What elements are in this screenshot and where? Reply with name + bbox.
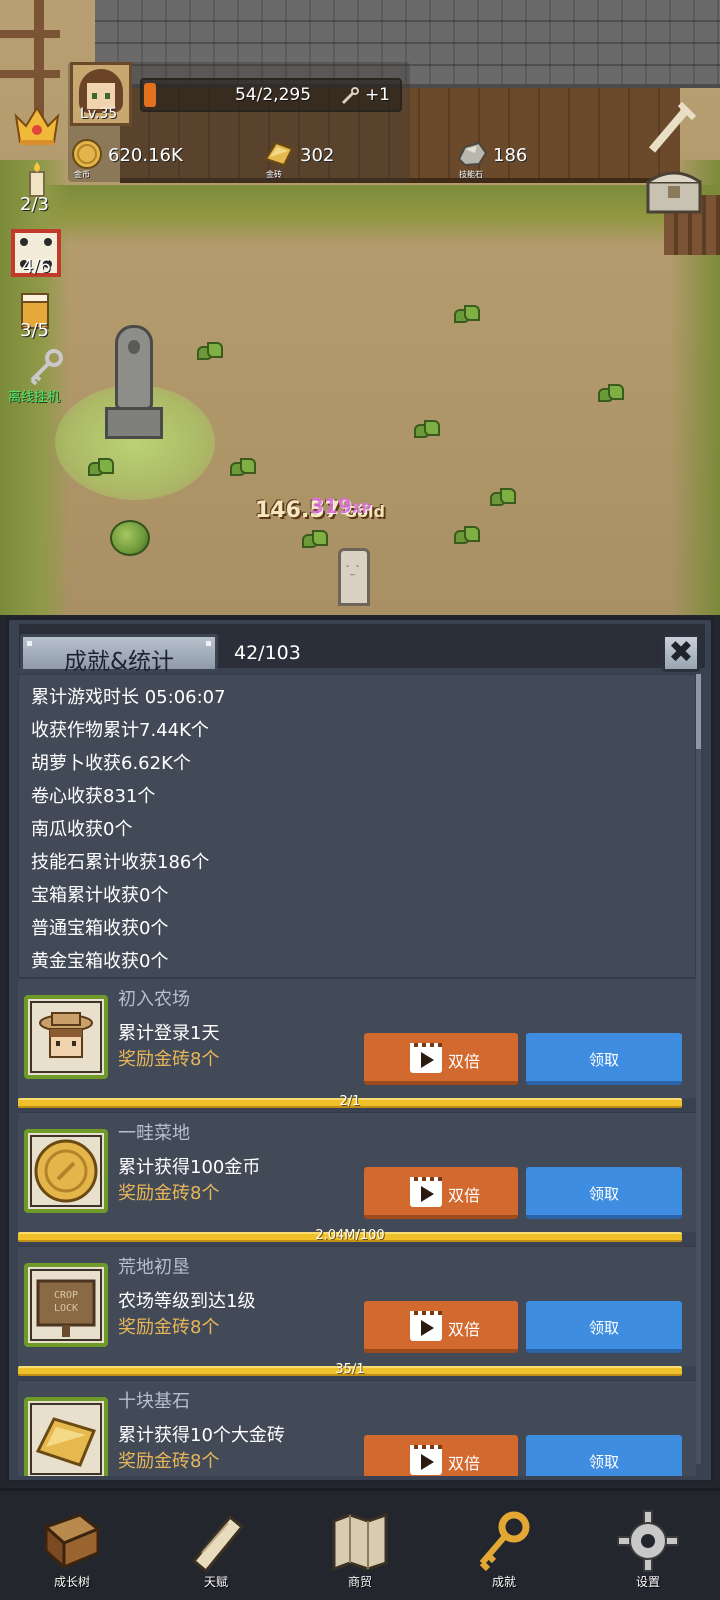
achievement-reward: 奖励金砖8个 — [118, 1451, 220, 1472]
double-reward-button[interactable]: 双倍 — [364, 1435, 518, 1476]
key-icon — [30, 349, 63, 386]
achievement-progress-count: 42/103 — [234, 642, 301, 664]
panel-title: 成就&统计 — [20, 634, 218, 675]
map-icon — [332, 1512, 388, 1572]
crop-sprout[interactable] — [86, 458, 114, 480]
achievement-desc: 累计获得100金币 — [118, 1157, 261, 1178]
stat-line: 宝箱累计收获0个 — [31, 885, 169, 906]
candle-item[interactable]: 2/3 — [8, 160, 66, 218]
video-play-icon — [410, 1043, 442, 1073]
achievement-desc: 累计获得10个大金砖 — [118, 1425, 285, 1446]
book-icon — [43, 1513, 101, 1571]
stat-line: 胡萝卜收获6.62K个 — [31, 753, 191, 774]
stat-line: 收获作物累计7.44K个 — [31, 720, 209, 741]
floating-xp-text: 319XP — [310, 494, 372, 518]
achievement-reward: 奖励金砖8个 — [118, 1317, 220, 1338]
scroll-icon — [191, 1514, 245, 1573]
claim-button[interactable]: 领取 — [526, 1167, 682, 1219]
crop-sprout[interactable] — [300, 530, 328, 552]
achievement-name: 初入农场 — [118, 989, 190, 1010]
dice-item[interactable]: 4/6 — [8, 228, 66, 280]
achievement-progress-bar: 35/1 — [18, 1362, 682, 1377]
crop-sprout[interactable] — [452, 526, 480, 548]
stat-line: 累计游戏时长 05:06:07 — [31, 687, 226, 708]
video-play-icon — [410, 1177, 442, 1207]
achievement-desc: 累计登录1天 — [118, 1023, 220, 1044]
achievement-progress-bar: 2.04M/100 — [18, 1228, 682, 1243]
stats-list[interactable]: 累计游戏时长 05:06:07 收获作物累计7.44K个 胡萝卜收获6.62K个… — [18, 674, 696, 978]
crown-icon[interactable] — [12, 102, 62, 148]
gold-coin-icon — [72, 139, 102, 169]
beer-item[interactable]: 3/5 — [8, 292, 66, 344]
crop-sprout[interactable] — [488, 488, 516, 510]
crop-sprout[interactable] — [228, 458, 256, 480]
treasure-chest-icon[interactable] — [644, 164, 704, 216]
gold-brick-icon — [24, 1397, 108, 1476]
wrench-icon — [341, 87, 359, 105]
claim-button[interactable]: 领取 — [526, 1033, 682, 1085]
crop-sprout[interactable] — [452, 305, 480, 327]
grass-border — [0, 185, 720, 245]
crop-sprout[interactable] — [412, 420, 440, 442]
video-play-icon — [410, 1311, 442, 1341]
achievement-name: 荒地初垦 — [118, 1257, 190, 1278]
field-marker: ˇ_ˇ — [338, 548, 370, 606]
farmer-portrait-icon — [24, 995, 108, 1079]
nav-trade[interactable]: 商贸 — [288, 1491, 432, 1600]
game-screen: ˇ_ˇ 146.57 Gold 319XP Lv.35 54/2,295 +1 6… — [0, 0, 720, 1600]
video-play-icon — [410, 1445, 442, 1475]
cabbage-crop[interactable] — [110, 520, 150, 556]
achievement-reward: 奖励金砖8个 — [118, 1183, 220, 1204]
achievement-desc: 农场等级到达1级 — [118, 1291, 256, 1312]
xp-bonus: +1 — [364, 85, 390, 105]
crop-sprout[interactable] — [195, 342, 223, 364]
panel-scrollbar[interactable] — [696, 674, 701, 1464]
double-reward-button[interactable]: 双倍 — [364, 1301, 518, 1353]
stat-line: 南瓜收获0个 — [31, 819, 133, 840]
gold-brick-icon — [264, 141, 294, 167]
goddess-statue[interactable] — [105, 325, 163, 440]
achievement-progress-bar: 2/1 — [18, 1094, 682, 1109]
gear-icon — [617, 1510, 679, 1572]
double-reward-button[interactable]: 双倍 — [364, 1167, 518, 1219]
achievement-name: 十块基石 — [118, 1391, 190, 1412]
close-button[interactable]: ✖ — [662, 634, 700, 672]
crop-sprout[interactable] — [596, 384, 624, 406]
close-icon: ✖ — [668, 635, 694, 670]
nav-achievement[interactable]: 成就 — [432, 1491, 576, 1600]
nav-growth-tree[interactable]: 成长树 — [0, 1491, 144, 1600]
xp-bar: 54/2,295 +1 — [140, 78, 402, 112]
achievement-item: 十块基石 累计获得10个大金砖 奖励金砖8个 双倍 领取 — [18, 1380, 696, 1476]
achievement-item: CROP LOCK 荒地初垦 农场等级到达1级 奖励金砖8个 双倍 领取 — [18, 1246, 696, 1366]
nav-talent[interactable]: 天赋 — [144, 1491, 288, 1600]
stat-line: 黄金宝箱收获0个 — [31, 951, 169, 972]
stat-line: 技能石累计收获186个 — [31, 852, 210, 873]
offline-idle-item[interactable]: 离线挂机 — [8, 348, 66, 406]
scrollbar-thumb[interactable] — [696, 674, 701, 749]
key-icon — [479, 1511, 530, 1572]
achievement-item: 一畦菜地 累计获得100金币 奖励金砖8个 双倍 领取 — [18, 1112, 696, 1232]
crop-lock-sign-icon: CROP LOCK — [24, 1263, 108, 1347]
achievement-item: 初入农场 累计登录1天 奖励金砖8个 双倍 领取 — [18, 978, 696, 1098]
skill-stone-icon — [457, 141, 488, 167]
gold-coin-icon — [24, 1129, 108, 1213]
claim-button[interactable]: 领取 — [526, 1301, 682, 1353]
achievement-name: 一畦菜地 — [118, 1123, 190, 1144]
achievement-reward: 奖励金砖8个 — [118, 1049, 220, 1070]
nav-settings[interactable]: 设置 — [576, 1491, 720, 1600]
player-level: Lv.35 — [80, 106, 118, 122]
tool-icon[interactable] — [646, 100, 698, 156]
claim-button[interactable]: 领取 — [526, 1435, 682, 1476]
bottom-nav: 成长树 天赋 商贸 成就 设置 — [0, 1488, 720, 1600]
stat-line: 普通宝箱收获0个 — [31, 918, 169, 939]
double-reward-button[interactable]: 双倍 — [364, 1033, 518, 1085]
stat-line: 卷心收获831个 — [31, 786, 156, 807]
